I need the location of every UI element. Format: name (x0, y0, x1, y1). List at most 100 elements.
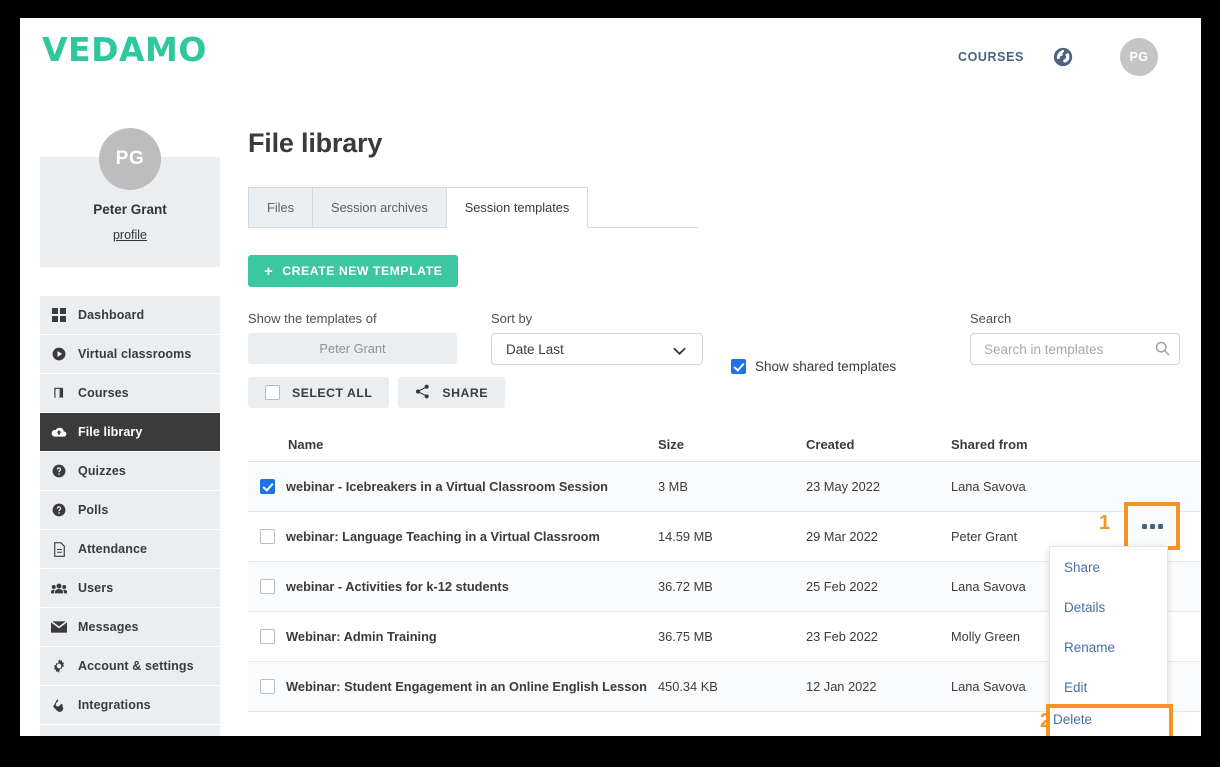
tab-session-templates[interactable]: Session templates (445, 187, 589, 228)
column-header-created: Created (806, 437, 855, 452)
page-title: File library (248, 128, 383, 158)
cell-size: 450.34 KB (658, 679, 718, 694)
column-header-name: Name (288, 437, 324, 452)
sidebar-item-polls[interactable]: Polls (40, 491, 220, 530)
cloud-upload-icon (40, 425, 78, 439)
sidebar-nav: Dashboard Virtual classrooms Courses Fil… (40, 296, 220, 736)
sidebar-item-file-library[interactable]: File library (40, 413, 220, 452)
ellipsis-icon[interactable] (1127, 505, 1177, 547)
cell-size: 36.72 MB (658, 579, 713, 594)
cell-name: Webinar: Admin Training (286, 629, 437, 644)
cell-created: 23 Feb 2022 (806, 629, 878, 644)
create-button-label: CREATE NEW TEMPLATE (282, 264, 443, 278)
sidebar-item-dashboard[interactable]: Dashboard (40, 296, 220, 335)
cell-name: webinar - Activities for k-12 students (286, 579, 509, 594)
sidebar-item-account-settings[interactable]: Account & settings (40, 647, 220, 686)
share-label: SHARE (442, 385, 488, 400)
table-header-row: Name Size Created Shared from (248, 428, 1201, 462)
sidebar-item-label: Polls (78, 503, 109, 517)
profile-name: Peter Grant (93, 202, 167, 217)
cell-created: 23 May 2022 (806, 479, 880, 494)
header-avatar[interactable]: PG (1120, 38, 1158, 76)
avatar: PG (99, 128, 161, 190)
annotation-step-1: 1 (1099, 512, 1111, 534)
cell-size: 3 MB (658, 479, 688, 494)
create-new-template-button[interactable]: + CREATE NEW TEMPLATE (248, 255, 459, 287)
sidebar-item-label: Virtual classrooms (78, 347, 192, 361)
sidebar-item-messages[interactable]: Messages (40, 608, 220, 647)
sidebar-item-label: Courses (78, 386, 129, 400)
tab-files[interactable]: Files (248, 187, 313, 228)
select-all-button[interactable]: SELECT ALL (248, 377, 390, 408)
search-input[interactable] (970, 333, 1180, 365)
sidebar-item-integrations[interactable]: Integrations (40, 686, 220, 725)
row-checkbox[interactable] (248, 579, 286, 594)
select-all-label: SELECT ALL (292, 385, 373, 400)
checkbox-box (259, 629, 275, 644)
sidebar-item-label: Integrations (78, 698, 151, 712)
play-circle-icon (40, 347, 78, 361)
sidebar-item-label: Messages (78, 620, 139, 634)
envelope-icon (40, 621, 78, 633)
sidebar-item-courses[interactable]: Courses (40, 374, 220, 413)
row-checkbox[interactable] (248, 479, 286, 494)
sidebar-item-virtual-classrooms[interactable]: Virtual classrooms (40, 335, 220, 374)
column-header-shared-from: Shared from (951, 437, 1028, 452)
tab-label: Files (267, 200, 295, 215)
owner-filter-select[interactable]: Peter Grant (248, 333, 457, 364)
profile-link[interactable]: profile (40, 228, 220, 242)
menu-item-details[interactable]: Details (1050, 587, 1167, 627)
document-icon (40, 541, 78, 557)
profile-card: PG Peter Grant profile (40, 128, 220, 267)
owner-filter-label: Show the templates of (248, 311, 377, 326)
header-courses-link[interactable]: COURSES (958, 50, 1024, 64)
tab-session-archives[interactable]: Session archives (312, 187, 446, 228)
table-row[interactable]: webinar - Icebreakers in a Virtual Class… (248, 462, 1201, 512)
sort-by-label: Sort by (491, 311, 533, 326)
dot (1149, 523, 1155, 529)
share-button[interactable]: SHARE (398, 377, 505, 408)
sidebar-item-label: Dashboard (78, 308, 145, 322)
menu-item-delete[interactable]: Delete (1053, 712, 1092, 727)
book-icon (40, 386, 78, 400)
sidebar-item-label: Users (78, 581, 114, 595)
plug-icon (40, 698, 78, 712)
globe-icon[interactable] (1052, 46, 1074, 68)
tab-bar: Files Session archives Session templates (248, 187, 698, 228)
checkbox-box (259, 529, 275, 544)
tab-label: Session templates (464, 200, 570, 215)
sidebar-item-orders[interactable]: Orders (40, 725, 220, 736)
menu-item-share[interactable]: Share (1050, 547, 1167, 587)
vedamo-logo[interactable]: VEDAMO (42, 30, 207, 69)
screenshot-frame: VEDAMO COURSES PG PG Peter Grant profile (0, 0, 1220, 767)
menu-item-edit[interactable]: Edit (1050, 667, 1167, 707)
sidebar-item-label: Attendance (78, 542, 148, 556)
sort-by-select[interactable]: Date Last (491, 333, 703, 365)
top-header: VEDAMO COURSES PG (20, 18, 1201, 86)
menu-item-rename[interactable]: Rename (1050, 627, 1167, 667)
dot (1157, 523, 1163, 529)
sidebar-item-quizzes[interactable]: Quizzes (40, 452, 220, 491)
checkbox-box (259, 479, 275, 494)
dot (1141, 523, 1147, 529)
sidebar-item-label: File library (78, 425, 143, 439)
row-checkbox[interactable] (248, 629, 286, 644)
tab-label: Session archives (331, 200, 428, 215)
sidebar-item-users[interactable]: Users (40, 569, 220, 608)
browser-viewport: VEDAMO COURSES PG PG Peter Grant profile (20, 18, 1201, 736)
users-icon (40, 582, 78, 595)
cell-name: webinar: Language Teaching in a Virtual … (286, 529, 600, 544)
row-checkbox[interactable] (248, 679, 286, 694)
row-checkbox[interactable] (248, 529, 286, 544)
cell-shared-from: Peter Grant (951, 529, 1018, 544)
search-field-wrapper (970, 333, 1180, 365)
show-shared-templates-checkbox[interactable]: Show shared templates (731, 359, 896, 374)
cell-name: webinar - Icebreakers in a Virtual Class… (286, 479, 608, 494)
share-icon (415, 384, 430, 402)
action-bar: SELECT ALL SHARE (248, 377, 1201, 408)
owner-filter-value: Peter Grant (319, 341, 386, 356)
sidebar: PG Peter Grant profile Dashboard Virtual… (40, 128, 220, 736)
gear-icon (40, 659, 78, 673)
cell-shared-from: Lana Savova (951, 479, 1026, 494)
sidebar-item-attendance[interactable]: Attendance (40, 530, 220, 569)
